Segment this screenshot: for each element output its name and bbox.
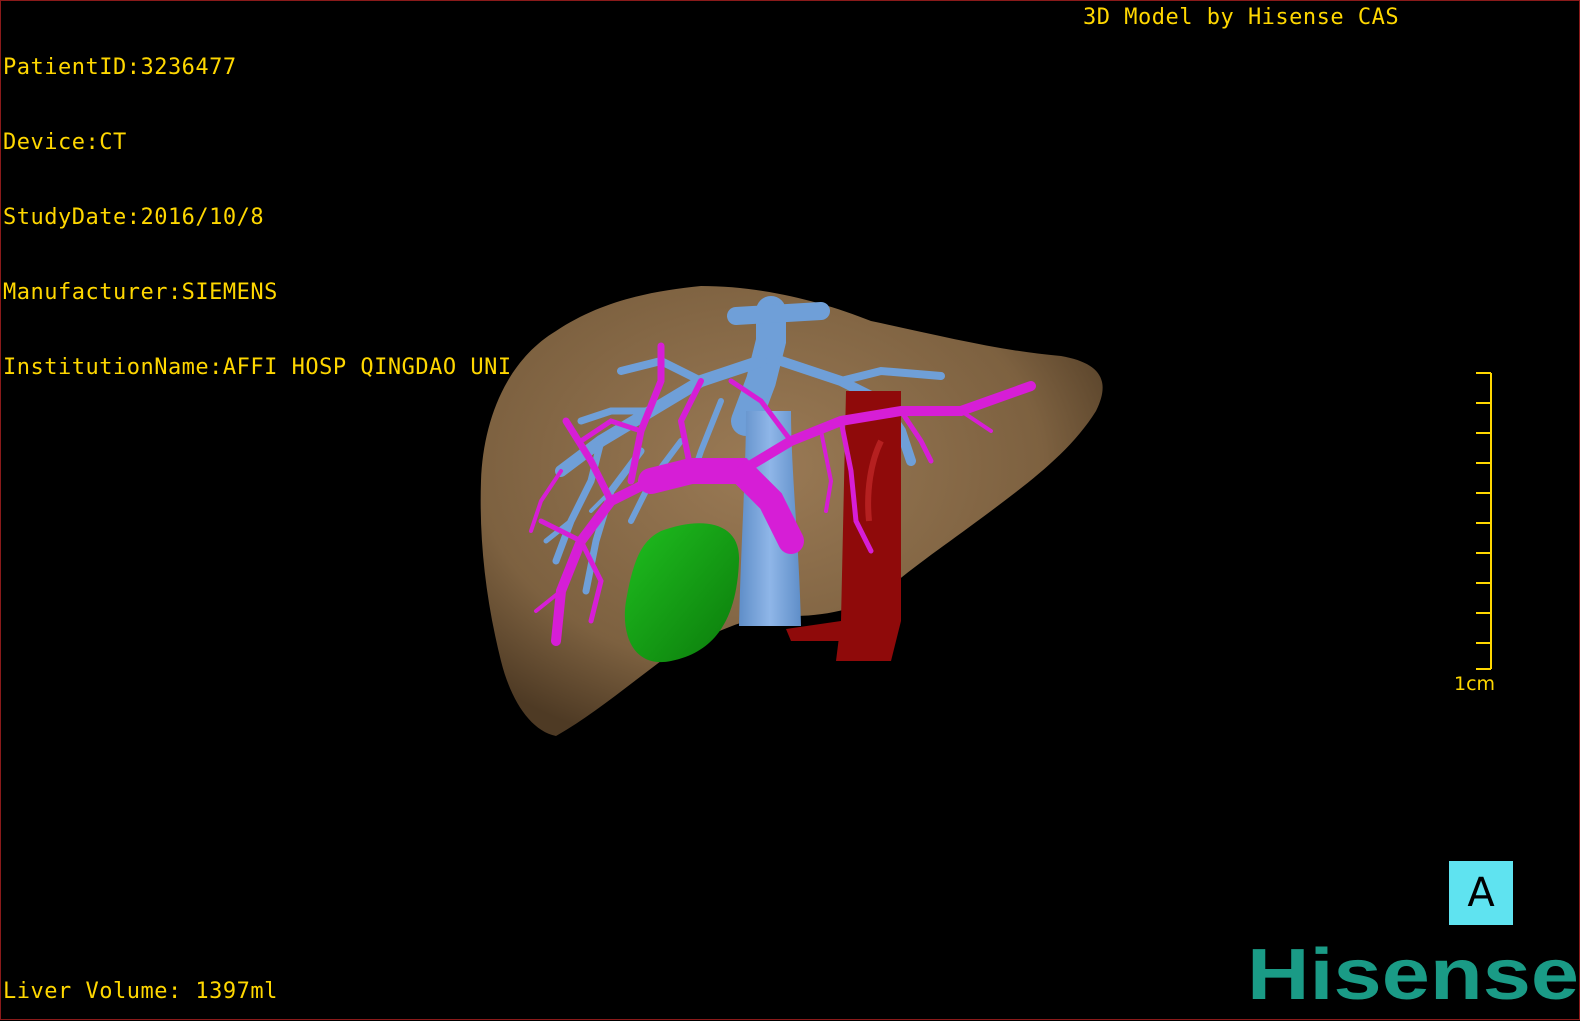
study-date-text: StudyDate:2016/10/8 <box>3 205 265 230</box>
scale-bar <box>1476 372 1492 670</box>
model-credit-text: 3D Model by Hisense CAS <box>1083 5 1400 30</box>
patient-id-text: PatientID:3236477 <box>3 55 237 80</box>
scale-bar-label: 1cm <box>1454 673 1496 695</box>
manufacturer-text: Manufacturer:SIEMENS <box>3 280 278 305</box>
liver-volume-text: Liver Volume: 1397ml <box>3 979 278 1004</box>
device-text: Device:CT <box>3 130 127 155</box>
hisense-logo-text: Hisense <box>1247 941 1579 1011</box>
3d-viewport[interactable]: PatientID:3236477 Device:CT StudyDate:20… <box>0 0 1580 1020</box>
hisense-logo: Hisense <box>1247 941 1579 1011</box>
orientation-a-button[interactable]: A <box>1449 861 1513 925</box>
patient-info-block: PatientID:3236477 Device:CT StudyDate:20… <box>3 5 512 430</box>
institution-text: InstitutionName:AFFI HOSP QINGDAO UNI <box>3 355 512 380</box>
